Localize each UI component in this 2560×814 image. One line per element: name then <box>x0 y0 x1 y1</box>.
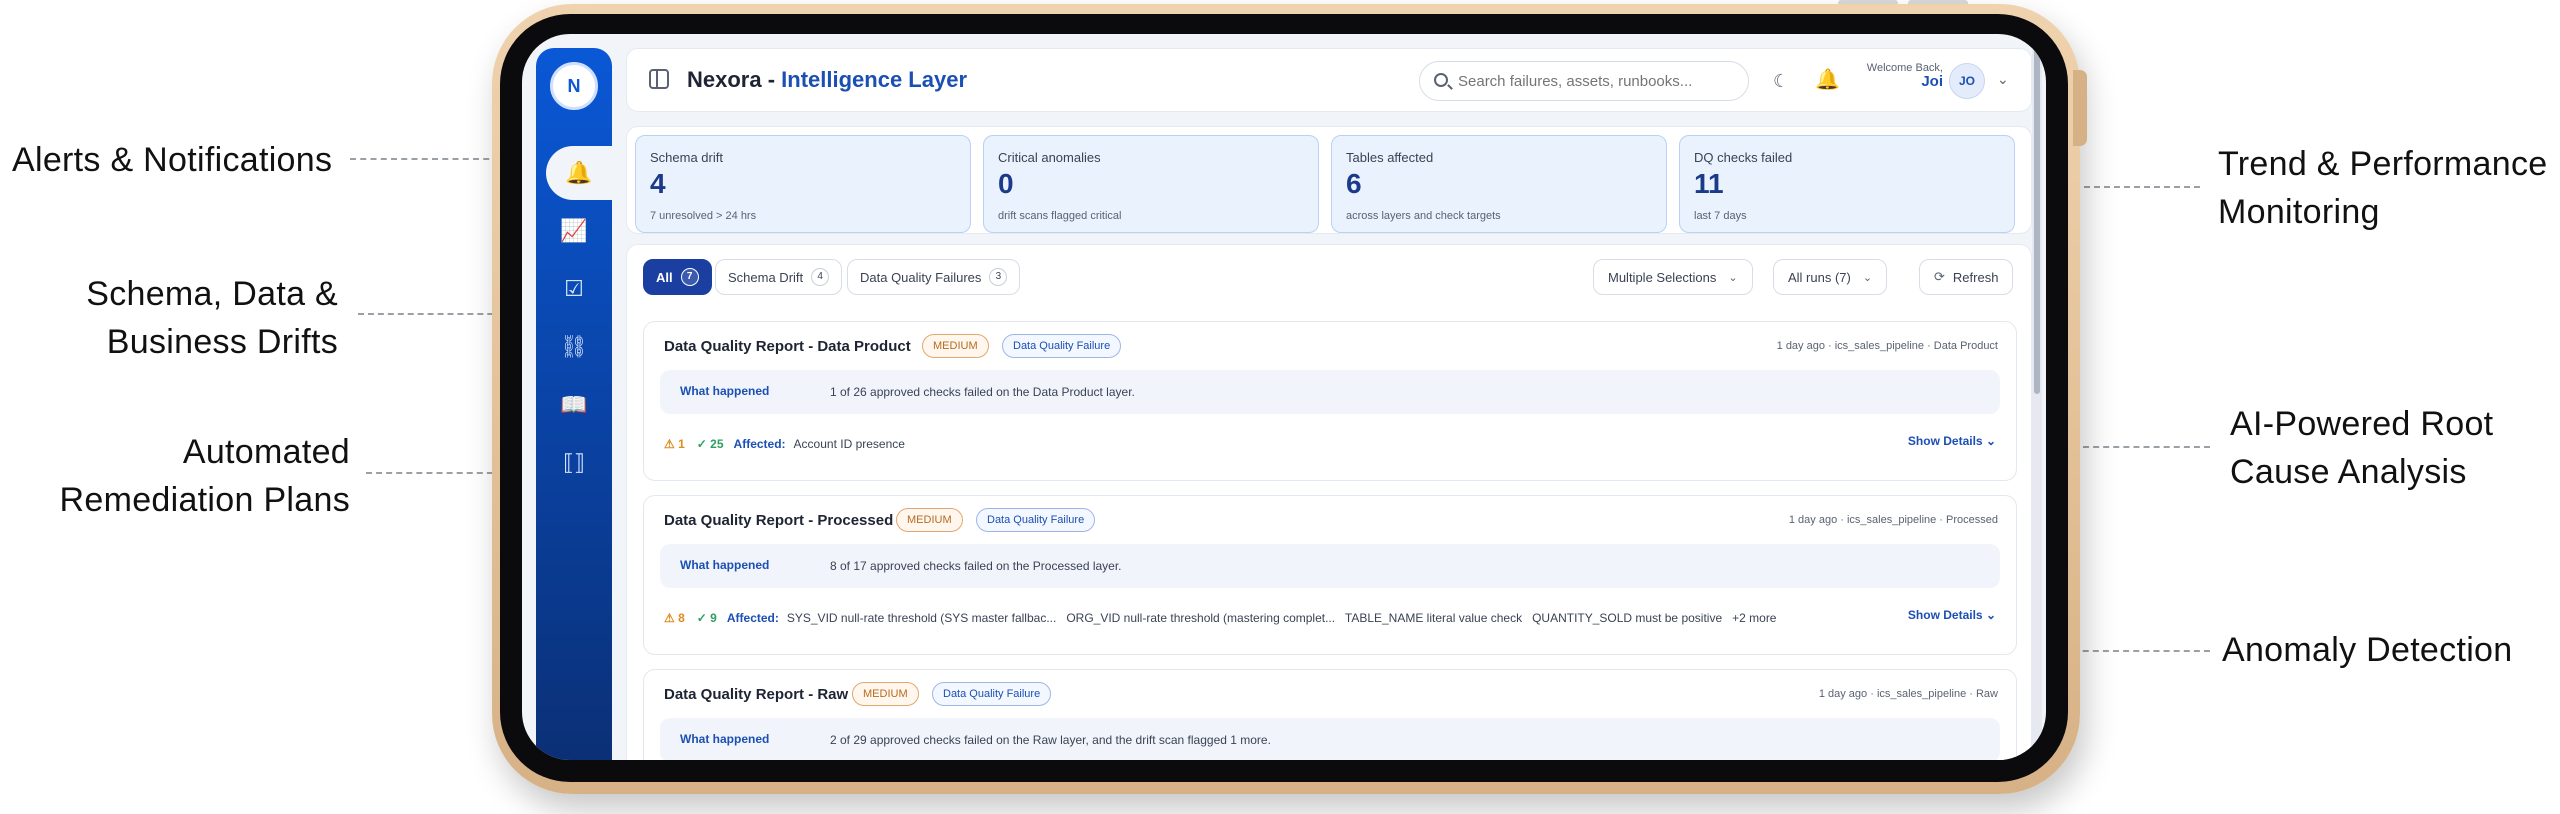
checklist-icon: ☑ <box>564 276 584 301</box>
sidebar: N 🔔 📈 ☑ ⛓ 📖 ⟦⟧ <box>536 48 612 760</box>
stat-sub: across layers and check targets <box>1346 210 1501 222</box>
chevron-down-icon: ⌄ <box>1985 434 1996 448</box>
brackets-icon: ⟦⟧ <box>563 450 585 475</box>
stat-sub: drift scans flagged critical <box>998 210 1122 222</box>
tab-schema-drift[interactable]: Schema Drift 4 <box>715 259 843 295</box>
stat-value: 0 <box>998 168 1014 199</box>
moon-icon[interactable]: ☾ <box>1773 71 1789 92</box>
stage: Alerts & Notifications Schema, Data & Bus… <box>0 0 2560 814</box>
show-details-button[interactable]: Show Details ⌄ <box>1908 434 1996 448</box>
avatar[interactable]: JO <box>1949 63 1985 99</box>
chevron-down-icon: ⌄ <box>1985 608 1996 622</box>
severity-badge: MEDIUM <box>896 508 963 532</box>
welcome-text: Welcome Back, Joi <box>1866 62 1943 90</box>
what-happened: What happened 2 of 29 approved checks fai… <box>660 718 2000 760</box>
report-title: Data Quality Report - Data Product <box>664 338 911 355</box>
scrollbar-thumb[interactable] <box>2034 34 2040 394</box>
type-badge: Data Quality Failure <box>976 508 1096 532</box>
callout-alerts: Alerts & Notifications <box>12 141 333 179</box>
nav-checks[interactable]: ☑ <box>536 262 612 316</box>
device-side-button <box>2073 70 2087 146</box>
nav-runbooks[interactable]: 📖 <box>536 378 612 432</box>
network-icon: ⛓ <box>560 334 588 359</box>
refresh-button[interactable]: ⟳ Refresh <box>1919 259 2014 295</box>
nav-lineage[interactable]: ⛓ <box>536 320 612 374</box>
scrollbar[interactable] <box>2032 34 2042 760</box>
report-meta: 1 day ago · ics_sales_pipeline · Process… <box>1788 514 1998 526</box>
warning-icon: ⚠ <box>664 437 679 451</box>
chevron-down-icon: ⌄ <box>1862 271 1873 284</box>
callout-schema: Schema, Data & Business Drifts <box>86 275 338 361</box>
refresh-icon: ⟳ <box>1934 269 1945 284</box>
report-footer: ⚠ 8 ✓ 9 Affected: SYS_VID null-rate thres… <box>664 611 1777 625</box>
nav-trends[interactable]: 📈 <box>536 204 612 258</box>
runs-dropdown[interactable]: All runs (7) ⌄ <box>1773 259 1888 295</box>
stat-card-tables-affected[interactable]: Tables affected 6 across layers and chec… <box>1331 135 1667 233</box>
stat-card-dq-checks-failed[interactable]: DQ checks failed 11 last 7 days <box>1679 135 2015 233</box>
check-circle-icon: ✓ <box>696 437 711 451</box>
app-screen: N 🔔 📈 ☑ ⛓ 📖 ⟦⟧ Nexora - Intelligence Lay… <box>522 34 2046 760</box>
search-box[interactable] <box>1419 61 1749 101</box>
check-circle-icon: ✓ <box>696 611 711 625</box>
report-title: Data Quality Report - Raw <box>664 686 849 703</box>
bell-icon: 🔔 <box>565 160 593 185</box>
chevron-down-icon[interactable]: ⌄ <box>1997 71 2009 88</box>
severity-badge: MEDIUM <box>922 334 989 358</box>
tab-data-quality-failures[interactable]: Data Quality Failures 3 <box>847 259 1021 295</box>
report-card[interactable]: Data Quality Report - Raw MEDIUM Data Qu… <box>643 669 2017 760</box>
chart-icon: 📈 <box>560 218 588 243</box>
what-happened: What happened 1 of 26 approved checks fai… <box>660 370 2000 414</box>
book-icon: 📖 <box>560 392 588 417</box>
report-footer: ⚠ 1 ✓ 25 Affected: Account ID presence <box>664 437 905 451</box>
app-logo[interactable]: N <box>550 62 598 110</box>
stat-sub: 7 unresolved > 24 hrs <box>650 210 757 222</box>
type-badge: Data Quality Failure <box>1002 334 1122 358</box>
stat-label: Tables affected <box>1346 150 1434 165</box>
stat-card-critical-anomalies[interactable]: Critical anomalies 0 drift scans flagged… <box>983 135 1319 233</box>
stat-card-schema-drift[interactable]: Schema drift 4 7 unresolved > 24 hrs <box>635 135 971 233</box>
stat-label: DQ checks failed <box>1694 150 1793 165</box>
stat-label: Critical anomalies <box>998 150 1101 165</box>
callout-anomaly: Anomaly Detection <box>2222 631 2513 669</box>
callout-ai: AI-Powered Root Cause Analysis <box>2230 405 2494 491</box>
report-meta: 1 day ago · ics_sales_pipeline · Raw <box>1818 688 1998 700</box>
stats-row: Schema drift 4 7 unresolved > 24 hrs Cri… <box>626 126 2032 234</box>
stat-value: 11 <box>1694 168 1724 199</box>
chevron-down-icon: ⌄ <box>1728 271 1738 284</box>
stat-label: Schema drift <box>650 150 723 165</box>
top-bar: Nexora - Intelligence Layer ☾ 🔔 Welcome … <box>626 48 2032 112</box>
report-card[interactable]: Data Quality Report - Data Product MEDIU… <box>643 321 2017 481</box>
stat-sub: last 7 days <box>1694 210 1747 222</box>
tab-all[interactable]: All 7 <box>643 259 712 295</box>
stat-value: 6 <box>1346 168 1362 199</box>
report-meta: 1 day ago · ics_sales_pipeline · Data Pr… <box>1776 340 1998 352</box>
nav-alerts[interactable]: 🔔 <box>546 146 612 200</box>
what-happened: What happened 8 of 17 approved checks fai… <box>660 544 2000 588</box>
page-title: Nexora - Intelligence Layer <box>687 67 968 92</box>
callout-trend: Trend & Performance Monitoring <box>2218 145 2548 231</box>
multiple-selections-dropdown[interactable]: Multiple Selections ⌄ <box>1593 259 1753 295</box>
report-card[interactable]: Data Quality Report - Processed MEDIUM D… <box>643 495 2017 655</box>
type-badge: Data Quality Failure <box>932 682 1052 706</box>
notification-bell-icon[interactable]: 🔔 <box>1815 67 1840 92</box>
callout-remediation: Automated Remediation Plans <box>59 433 350 519</box>
stat-value: 4 <box>650 168 666 199</box>
search-icon <box>1434 73 1448 87</box>
sidebar-toggle-icon[interactable] <box>649 69 669 89</box>
show-details-button[interactable]: Show Details ⌄ <box>1908 608 1996 622</box>
report-title: Data Quality Report - Processed <box>664 512 894 529</box>
severity-badge: MEDIUM <box>852 682 919 706</box>
nav-code[interactable]: ⟦⟧ <box>536 436 612 490</box>
warning-icon: ⚠ <box>664 611 679 625</box>
alerts-panel: All 7 Schema Drift 4 Data Quality Failures… <box>626 244 2032 760</box>
search-input[interactable] <box>1458 70 1738 92</box>
